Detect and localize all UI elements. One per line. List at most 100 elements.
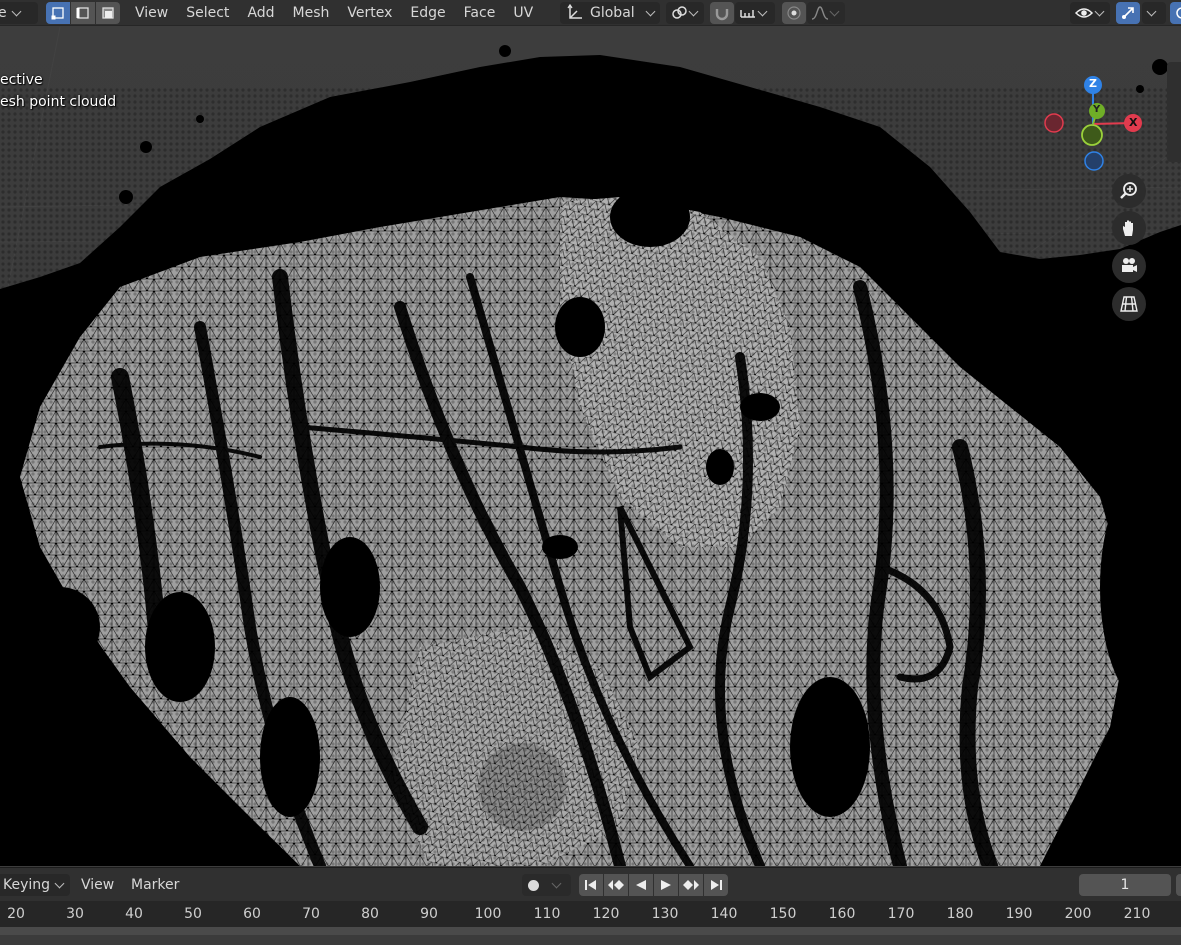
navigation-gizmo[interactable]: Z X Y	[1040, 71, 1150, 181]
chevron-down-icon	[829, 6, 840, 16]
ruler-tick: 110	[533, 906, 561, 922]
perspective-grid-icon	[1120, 296, 1138, 312]
3d-viewport[interactable]: ective esh point cloudd Z X Y	[0, 27, 1181, 866]
ruler-tick: 50	[184, 906, 202, 922]
play-icon	[661, 880, 671, 890]
camera-view-button[interactable]	[1112, 249, 1146, 283]
transform-orientation-dropdown[interactable]: Global	[560, 2, 660, 24]
menu-view[interactable]: View	[126, 0, 177, 26]
ruler-tick: 80	[361, 906, 379, 922]
viewport-header: e View Select Add Mesh Vertex Edge Face …	[0, 0, 1181, 26]
playback-controls	[579, 874, 728, 896]
transform-orientation-label: Global	[590, 5, 635, 21]
face-select-button[interactable]	[96, 2, 120, 24]
ruler-tick: 210	[1123, 906, 1151, 922]
active-object-label: esh point cloudd	[0, 94, 117, 110]
auto-keying-record-button[interactable]	[522, 874, 571, 896]
gizmo-z-label: Z	[1089, 77, 1097, 90]
vertex-select-button[interactable]	[46, 2, 70, 24]
edge-select-button[interactable]	[71, 2, 95, 24]
chevron-down-icon	[1146, 6, 1157, 16]
jump-to-end-button[interactable]	[704, 874, 728, 896]
overlay-toggle-button[interactable]	[1170, 2, 1181, 24]
menu-face[interactable]: Face	[455, 0, 505, 26]
keying-dropdown[interactable]: Keying	[0, 874, 70, 896]
chevron-down-icon	[1094, 6, 1105, 16]
ruler-tick: 160	[828, 906, 856, 922]
record-icon	[528, 879, 539, 891]
ruler-tick: 70	[302, 906, 320, 922]
hand-pan-icon	[1123, 220, 1133, 236]
gizmo-toggle-button[interactable]	[1116, 2, 1140, 24]
timeline-body[interactable]	[0, 927, 1181, 945]
keyframe-prev-icon	[608, 880, 624, 890]
proportional-edit-button[interactable]	[782, 2, 806, 24]
ruler-tick: 100	[474, 906, 502, 922]
ruler-tick: 150	[769, 906, 797, 922]
jump-to-keyframe-forward-button[interactable]	[679, 874, 703, 896]
perspective-toggle-button[interactable]	[1112, 287, 1146, 321]
gizmo-dropdown[interactable]	[1142, 2, 1166, 24]
vertex-select-icon	[51, 7, 64, 20]
transform-axes-icon	[567, 4, 582, 19]
timeline-ruler[interactable]: 20 30 40 50 60 70 80 90 100 110 120 130 …	[0, 901, 1181, 927]
ruler-tick: 170	[887, 906, 915, 922]
ruler-tick: 200	[1064, 906, 1092, 922]
mode-dropdown-label: e	[0, 5, 7, 21]
timeline-scrollbar[interactable]	[0, 927, 1181, 935]
play-reverse-icon	[636, 880, 646, 890]
sidebar-tab[interactable]	[1167, 62, 1181, 162]
pan-button[interactable]	[1112, 211, 1146, 245]
ruler-tick: 180	[946, 906, 974, 922]
timeline-menu-marker[interactable]: Marker	[131, 868, 179, 902]
zoom-icon	[1120, 182, 1137, 199]
play-button[interactable]	[654, 874, 678, 896]
ruler-tick: 30	[66, 906, 84, 922]
magnet-icon	[715, 9, 729, 21]
jump-end-icon	[711, 880, 722, 890]
menu-vertex[interactable]: Vertex	[338, 0, 401, 26]
pivot-point-dropdown[interactable]	[666, 2, 704, 24]
chevron-down-icon	[551, 878, 562, 888]
visibility-dropdown[interactable]	[1070, 2, 1110, 24]
chevron-down-icon	[757, 6, 768, 16]
edge-select-icon	[76, 7, 89, 19]
timeline-menu-view[interactable]: View	[81, 868, 114, 902]
proportional-edit-icon	[787, 6, 801, 20]
play-reverse-button[interactable]	[629, 874, 653, 896]
chevron-down-icon	[11, 6, 22, 16]
ruler-tick: 130	[651, 906, 679, 922]
start-frame-field[interactable]	[1176, 874, 1181, 896]
menu-add[interactable]: Add	[238, 0, 283, 26]
chevron-down-icon	[688, 6, 699, 16]
snap-increment-icon	[740, 10, 755, 18]
snap-toggle-button[interactable]	[710, 2, 734, 24]
chevron-down-icon	[645, 6, 656, 16]
view-perspective-label: ective	[0, 72, 43, 88]
current-frame-field[interactable]: 1	[1079, 874, 1171, 896]
snap-target-dropdown[interactable]	[735, 2, 775, 24]
menu-mesh[interactable]: Mesh	[284, 0, 339, 26]
ruler-tick: 20	[7, 906, 25, 922]
gizmo-y-label: Y	[1093, 104, 1101, 115]
gizmo-x-label: X	[1129, 116, 1138, 129]
overlay-icon	[1176, 7, 1181, 19]
ruler-tick: 90	[420, 906, 438, 922]
jump-to-keyframe-back-button[interactable]	[604, 874, 628, 896]
proportional-falloff-dropdown[interactable]	[807, 2, 845, 24]
timeline-header: Keying View Marker 1	[0, 867, 1181, 901]
select-mode-group	[46, 2, 120, 24]
menu-select[interactable]: Select	[177, 0, 238, 26]
jump-to-start-button[interactable]	[579, 874, 603, 896]
face-select-icon	[102, 7, 114, 19]
mode-dropdown[interactable]: e	[0, 2, 38, 24]
gizmo-icon	[1122, 7, 1134, 19]
eye-visibility-icon	[1074, 8, 1094, 18]
keying-label: Keying	[3, 877, 51, 893]
falloff-curve-icon	[811, 6, 829, 20]
zoom-button[interactable]	[1112, 174, 1146, 208]
pivot-link-icon	[672, 6, 687, 19]
camera-icon	[1122, 258, 1137, 272]
menu-uv[interactable]: UV	[504, 0, 542, 26]
menu-edge[interactable]: Edge	[401, 0, 454, 26]
